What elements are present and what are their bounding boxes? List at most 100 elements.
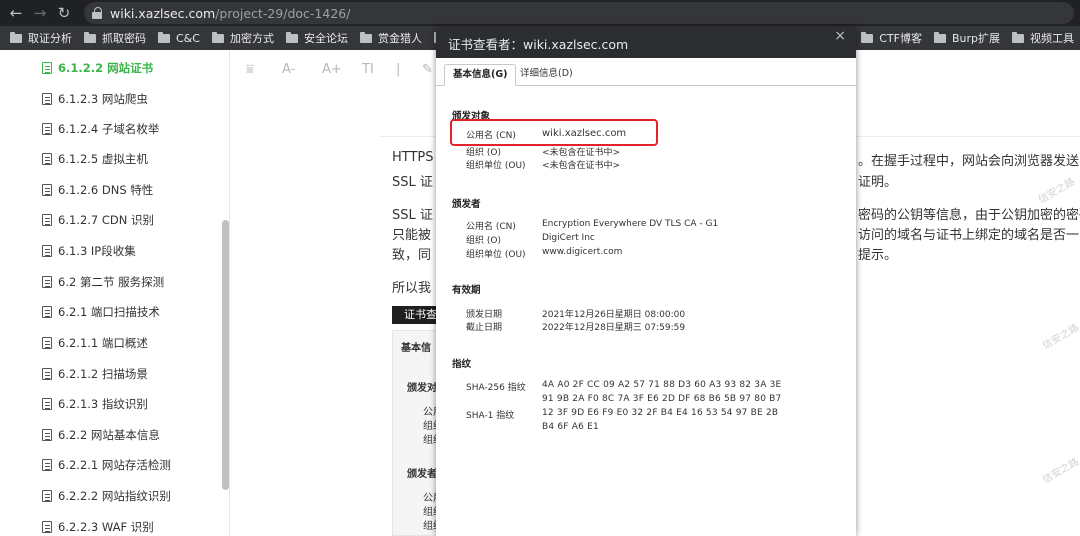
document-icon (42, 153, 52, 165)
sidebar-item-6-1-3[interactable]: 6.1.3 IP段收集 (42, 241, 136, 261)
sidebar-scrollbar[interactable] (222, 220, 229, 490)
bookmark-label: 取证分析 (28, 32, 72, 45)
folder-icon (158, 31, 170, 43)
sidebar-item-6-2-2-3[interactable]: 6.2.2.3 WAF 识别 (42, 517, 154, 536)
bookmark-folder[interactable]: 安全论坛 (280, 26, 354, 50)
forward-arrow-icon[interactable]: → (28, 1, 52, 25)
article-line: 提示。 (858, 248, 898, 263)
url-text[interactable]: wiki.xazlsec.com/project-29/doc-1426/ (110, 6, 350, 21)
bookmark-label: CTF博客 (879, 32, 922, 45)
tab-details[interactable]: 详细信息(D) (512, 64, 581, 86)
sidebar-item-label: 6.2.1.2 扫描场景 (58, 367, 148, 381)
article-line: HTTPS (392, 150, 434, 165)
field-value: <未包含在证书中> (542, 161, 621, 171)
sha1-value: B4 6F A6 E1 (542, 422, 599, 432)
sidebar-item-6-2-2[interactable]: 6.2.2 网站基本信息 (42, 425, 160, 445)
article-screenshot-text: 颁发者 (407, 469, 437, 480)
article-line: 只能被 (392, 228, 432, 243)
sidebar-item-label: 6.1.2.3 网站爬虫 (58, 92, 148, 106)
document-icon (42, 245, 52, 257)
close-icon[interactable]: × (834, 29, 846, 43)
sidebar-item-label: 6.2.2 网站基本信息 (58, 428, 160, 442)
dialog-title: 证书查看者：wiki.xazlsec.com (448, 37, 629, 52)
url-host: wiki.xazlsec.com (110, 5, 216, 21)
bookmark-folder[interactable]: Burp扩展 (928, 26, 1006, 50)
watermark: 信安之路 (1040, 322, 1080, 352)
sidebar-item-6-1-2-2[interactable]: 6.1.2.2 网站证书 (42, 58, 153, 78)
sidebar-item-6-2-1-1[interactable]: 6.2.1.1 端口概述 (42, 333, 148, 353)
sidebar-item-6-2-1-3[interactable]: 6.2.1.3 指纹识别 (42, 394, 148, 414)
sidebar-item-6-2-1[interactable]: 6.2.1 端口扫描技术 (42, 302, 160, 322)
document-icon (42, 429, 52, 441)
folder-icon (84, 31, 96, 43)
folder-icon (861, 31, 874, 43)
sidebar-item-label: 6.2.2.3 WAF 识别 (58, 520, 154, 534)
document-icon (42, 521, 52, 533)
sidebar-item-6-1-2-5[interactable]: 6.1.2.5 虚拟主机 (42, 149, 148, 169)
bookmark-folder[interactable]: 加密方式 (206, 26, 280, 50)
folder-icon (285, 31, 298, 43)
article-heading-bar: 证书查 (392, 306, 437, 324)
dialog-body: 颁发对象 公用名 (CN) wiki.xazlsec.com 组织 (O) <未… (436, 86, 856, 536)
watermark: 信安之路 (1040, 456, 1080, 486)
url-path: /project-29/doc-1426/ (215, 5, 351, 21)
document-icon (42, 62, 52, 74)
font-decrease-button[interactable]: A- (282, 62, 295, 77)
field-label: 组织单位 (OU) (466, 161, 526, 171)
address-bar[interactable]: wiki.xazlsec.com/project-29/doc-1426/ (84, 2, 1074, 24)
bookmark-folder[interactable]: CTF博客 (855, 26, 928, 50)
back-arrow-icon[interactable]: ← (4, 1, 28, 25)
field-value: www.digicert.com (542, 247, 623, 257)
bookmark-folder[interactable]: 抓取密码 (78, 26, 152, 50)
bookmark-label: 赏金猎人 (377, 32, 422, 45)
bookmark-label: 视频工具 (1030, 32, 1074, 45)
field-label: 截止日期 (466, 323, 503, 333)
article-line: 致，同 (392, 248, 432, 263)
document-icon (42, 214, 52, 226)
reload-icon[interactable]: ↻ (52, 1, 76, 25)
sidebar-item-label: 6.1.3 IP段收集 (58, 244, 136, 258)
field-label: 公用名 (CN) (466, 131, 516, 141)
pen-icon[interactable]: ✎ (422, 62, 433, 77)
sidebar-item-6-1-2-4[interactable]: 6.1.2.4 子域名枚举 (42, 119, 159, 139)
sidebar-item-6-2-2-1[interactable]: 6.2.2.1 网站存活检测 (42, 455, 171, 475)
article-line: 。在握手过程中，网站会向浏览器发送 (858, 154, 1080, 169)
field-label: 组织 (O) (466, 148, 501, 158)
sidebar-item-6-2-1-2[interactable]: 6.2.1.2 扫描场景 (42, 364, 148, 384)
bookmark-folder[interactable]: 赏金猎人 (354, 26, 428, 50)
sidebar-item-6-1-2-3[interactable]: 6.1.2.3 网站爬虫 (42, 89, 148, 109)
bookmark-folder[interactable]: 视频工具 (1006, 26, 1080, 50)
tab-general[interactable]: 基本信息(G) (444, 64, 517, 86)
format-icon[interactable]: ⩸ (246, 62, 254, 77)
watermark: 信安之路 (1036, 176, 1078, 206)
lock-icon[interactable] (92, 7, 102, 19)
article-line: 所以我 (392, 281, 432, 296)
sidebar-item-label: 6.2.2.2 网站指纹识别 (58, 489, 171, 503)
field-label: 组织 (O) (466, 236, 501, 246)
folder-icon (359, 31, 372, 43)
bookmark-label: 抓取密码 (102, 32, 146, 45)
text-style-button[interactable]: TI (362, 62, 374, 77)
document-icon (42, 93, 52, 105)
document-icon (42, 398, 52, 410)
font-increase-button[interactable]: A+ (322, 62, 342, 77)
field-value: 2021年12月26日星期日 08:00:00 (542, 310, 686, 320)
field-value: <未包含在证书中> (542, 148, 621, 158)
bookmark-folder[interactable]: C&C (152, 26, 206, 50)
bookmark-folder[interactable]: 取证分析 (4, 26, 78, 50)
bookmark-label: Burp扩展 (951, 32, 1000, 45)
field-value: Encryption Everywhere DV TLS CA - G1 (542, 219, 719, 229)
sidebar-item-label: 6.1.2.5 虚拟主机 (58, 152, 148, 166)
sha256-value: 91 9B 2A F0 8C 7A 3F E6 2D DF 68 B6 5B 9… (542, 394, 782, 404)
sidebar-item-6-1-2-7[interactable]: 6.1.2.7 CDN 识别 (42, 210, 154, 230)
sidebar-item-6-2-2-2[interactable]: 6.2.2.2 网站指纹识别 (42, 486, 171, 506)
sidebar-item-6-2[interactable]: 6.2 第二节 服务探测 (42, 272, 164, 292)
document-icon (42, 184, 52, 196)
sidebar-item-6-1-2-6[interactable]: 6.1.2.6 DNS 特性 (42, 180, 153, 200)
field-label: SHA-1 指纹 (466, 411, 515, 421)
sidebar-item-label: 6.2.2.1 网站存活检测 (58, 458, 171, 472)
article-line: SSL 证 (392, 208, 433, 223)
toolbar-separator: | (396, 62, 401, 77)
document-icon (42, 368, 52, 380)
field-label: 颁发日期 (466, 310, 503, 320)
